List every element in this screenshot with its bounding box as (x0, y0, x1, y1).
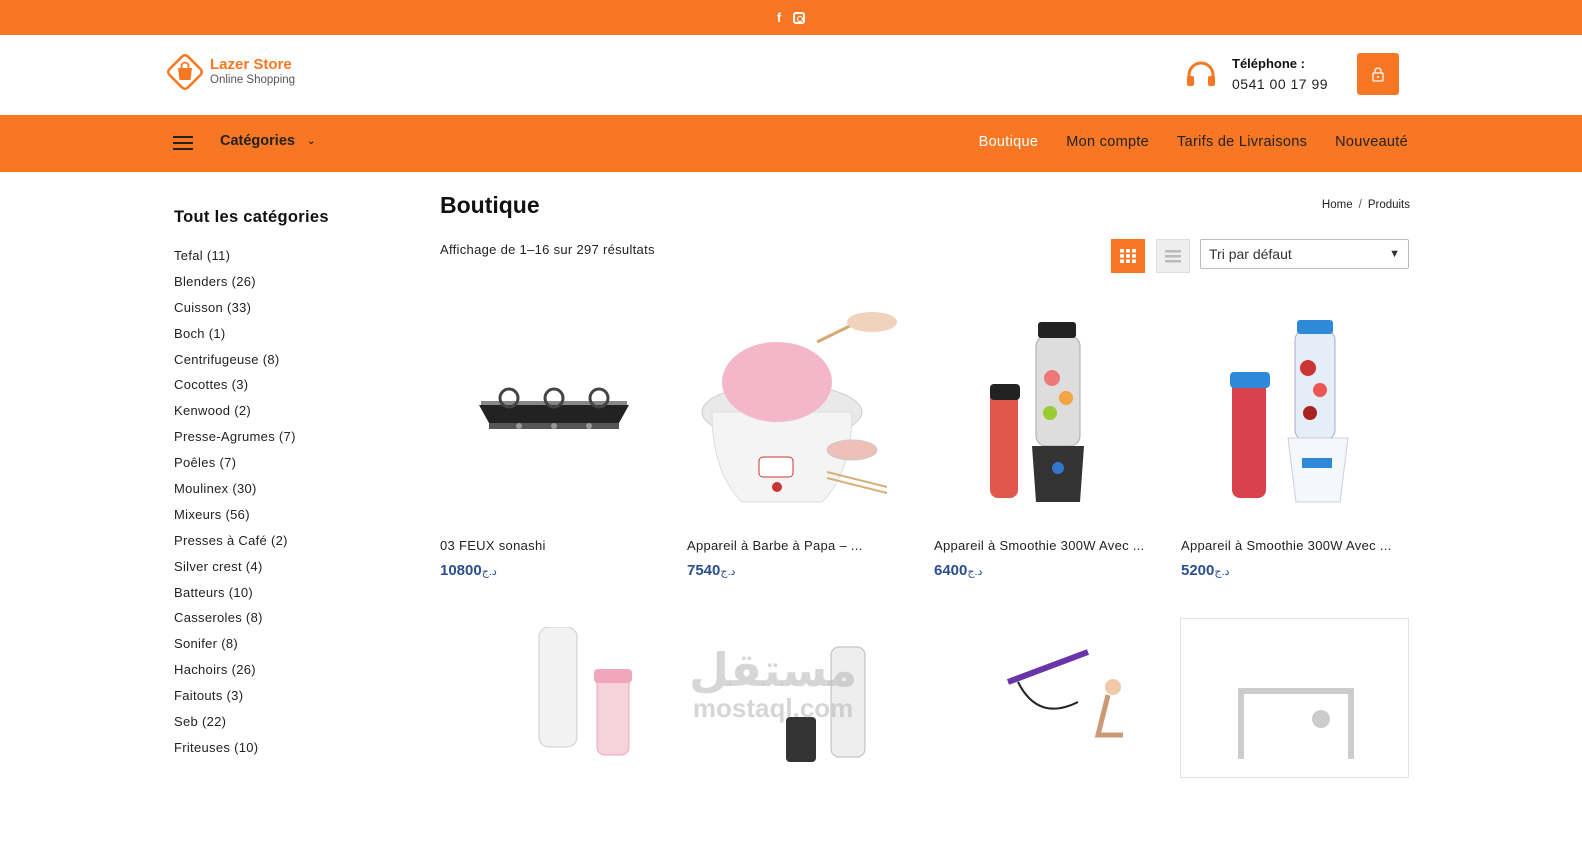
product-card[interactable]: Appareil à Smoothie 300W Avec ... د.ج640… (934, 302, 1162, 579)
category-item[interactable]: Presses à Café (2) (174, 532, 414, 558)
category-item[interactable]: Kenwood (2) (174, 402, 414, 428)
category-item[interactable]: Faitouts (3) (174, 687, 414, 713)
list-view-button[interactable] (1156, 239, 1190, 273)
category-item[interactable]: Presse-Agrumes (7) (174, 428, 414, 454)
breadcrumb: Home / Produits (1321, 199, 1410, 211)
nav-item-boutique[interactable]: Boutique (979, 134, 1039, 150)
grid-view-button[interactable] (1111, 239, 1145, 273)
product-image[interactable] (934, 627, 1162, 849)
product-placeholder-image[interactable] (1180, 618, 1409, 778)
product-price: د.ج7540 (687, 562, 736, 579)
product-name[interactable]: 03 FEUX sonashi (440, 538, 668, 553)
pilates-bar-image (1006, 649, 1123, 738)
product-image[interactable] (1181, 302, 1409, 524)
category-list: Tefal (11) Blenders (26) Cuisson (33) Bo… (174, 247, 414, 765)
top-bar: f (0, 0, 1582, 35)
hamburger-menu-icon[interactable] (173, 136, 193, 150)
sort-select[interactable]: Tri par défaut ▼ (1200, 239, 1409, 269)
result-count: Affichage de 1–16 sur 297 résultats (440, 242, 655, 257)
category-item[interactable]: Friteuses (10) (174, 739, 414, 765)
cart-button[interactable] (1357, 53, 1399, 95)
product-price: د.ج10800 (440, 562, 497, 579)
pink-blender-image (538, 627, 632, 756)
brand-name: Lazer Store (210, 56, 292, 73)
product-image[interactable] (687, 627, 915, 849)
grid-view-icon (1120, 249, 1136, 263)
category-item[interactable]: Centrifugeuse (8) (174, 351, 414, 377)
product-card[interactable] (687, 627, 915, 849)
smoothie-blender-blue-image (1230, 320, 1349, 503)
header: Lazer Store Online Shopping Téléphone : … (0, 35, 1582, 115)
sidebar-title: Tout les catégories (174, 208, 329, 226)
category-item[interactable]: Tefal (11) (174, 247, 414, 273)
product-image[interactable] (934, 302, 1162, 524)
product-price: د.ج6400 (934, 562, 983, 579)
brand-tagline: Online Shopping (210, 74, 296, 86)
product-image[interactable] (440, 627, 668, 849)
categories-label: Catégories (220, 133, 295, 149)
cotton-candy-machine-image (701, 312, 897, 503)
facebook-icon[interactable]: f (777, 11, 781, 24)
smoothie-blender-black-image (990, 322, 1084, 502)
product-name[interactable]: Appareil à Barbe à Papa – ... (687, 538, 915, 553)
mini-blender-image (786, 646, 866, 762)
image-placeholder-icon (1238, 688, 1354, 759)
breadcrumb-current: Produits (1367, 199, 1410, 211)
main-nav: Catégories ⌄ Boutique Mon compte Tarifs … (0, 115, 1582, 172)
phone-label: Téléphone : (1232, 56, 1305, 71)
chevron-down-icon: ⌄ (306, 135, 316, 147)
category-item[interactable]: Boch (1) (174, 325, 414, 351)
nav-menu: Boutique Mon compte Tarifs de Livraisons… (979, 134, 1408, 150)
currency-symbol: د.ج (1214, 566, 1230, 578)
category-item[interactable]: Cuisson (33) (174, 299, 414, 325)
currency-symbol: د.ج (720, 566, 736, 578)
nav-item-mon-compte[interactable]: Mon compte (1066, 134, 1149, 150)
category-item[interactable]: Casseroles (8) (174, 609, 414, 635)
currency-symbol: د.ج (481, 566, 497, 578)
instagram-icon[interactable] (793, 11, 806, 24)
list-view-icon (1165, 250, 1181, 263)
currency-symbol: د.ج (967, 566, 983, 578)
lock-icon (1372, 67, 1384, 82)
gas-stove-image (479, 387, 629, 429)
product-card[interactable]: Appareil à Barbe à Papa – ... د.ج7540 (687, 302, 915, 579)
breadcrumb-home[interactable]: Home (1322, 199, 1353, 211)
product-card[interactable] (440, 627, 668, 849)
category-item[interactable]: Seb (22) (174, 713, 414, 739)
category-item[interactable]: Hachoirs (26) (174, 661, 414, 687)
chevron-down-icon: ▼ (1389, 248, 1400, 260)
product-card[interactable] (934, 627, 1162, 849)
nav-item-nouveaute[interactable]: Nouveauté (1335, 134, 1408, 150)
category-item[interactable]: Moulinex (30) (174, 480, 414, 506)
nav-item-tarifs-livraisons[interactable]: Tarifs de Livraisons (1177, 134, 1307, 150)
category-item[interactable]: Silver crest (4) (174, 558, 414, 584)
phone-number[interactable]: 0541 00 17 99 (1232, 73, 1328, 95)
product-card[interactable]: 03 FEUX sonashi د.ج10800 (440, 302, 668, 579)
product-card[interactable]: Appareil à Smoothie 300W Avec ... د.ج520… (1181, 302, 1409, 579)
category-item[interactable]: Sonifer (8) (174, 635, 414, 661)
logo[interactable]: Lazer Store Online Shopping (166, 53, 295, 91)
sort-selected-value: Tri par défaut (1209, 246, 1292, 262)
category-item[interactable]: Poêles (7) (174, 454, 414, 480)
product-image[interactable] (687, 302, 915, 524)
categories-dropdown[interactable]: Catégories ⌄ (220, 133, 315, 149)
category-item[interactable]: Blenders (26) (174, 273, 414, 299)
category-item[interactable]: Batteurs (10) (174, 584, 414, 610)
product-name[interactable]: Appareil à Smoothie 300W Avec ... (1181, 538, 1409, 553)
shopping-bag-logo-icon (167, 54, 203, 90)
category-item[interactable]: Mixeurs (56) (174, 506, 414, 532)
category-sidebar: Tout les catégories Tefal (11) Blenders … (174, 208, 414, 765)
headset-icon (1187, 61, 1215, 86)
product-image[interactable] (440, 302, 668, 524)
contact-phone: Téléphone : 0541 00 17 99 (1184, 55, 1328, 95)
category-item[interactable]: Cocottes (3) (174, 376, 414, 402)
page-title: Boutique (440, 192, 540, 218)
product-price: د.ج5200 (1181, 562, 1230, 579)
product-name[interactable]: Appareil à Smoothie 300W Avec ... (934, 538, 1162, 553)
